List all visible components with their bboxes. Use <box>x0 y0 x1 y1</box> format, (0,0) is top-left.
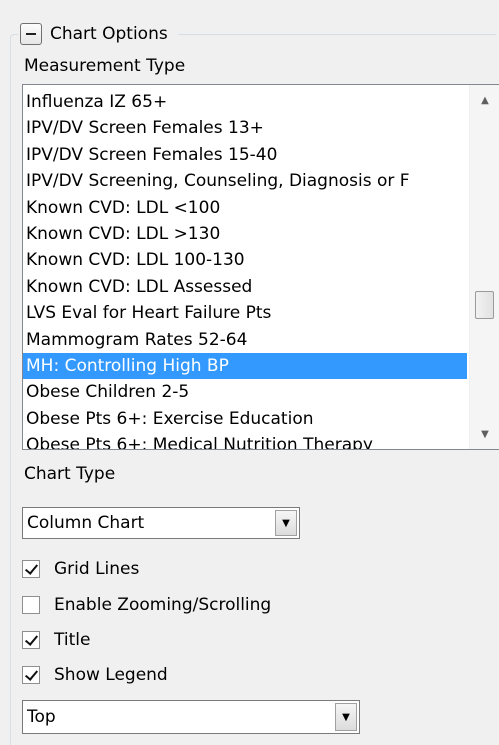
list-item[interactable]: Obese Pts 6+: Exercise Education <box>23 406 467 432</box>
list-item[interactable]: IPV/DV Screen Females 13+ <box>23 115 467 141</box>
list-item[interactable]: Obese Children 2-5 <box>23 379 467 405</box>
show-legend-label: Show Legend <box>54 665 168 685</box>
scroll-thumb[interactable] <box>475 291 494 319</box>
measurement-type-label: Measurement Type <box>24 56 186 76</box>
chart-type-label: Chart Type <box>24 464 116 484</box>
zooming-label: Enable Zooming/Scrolling <box>54 595 272 615</box>
grid-lines-option[interactable]: Grid Lines <box>22 557 139 581</box>
list-item[interactable]: Obese Pts 6+: Medical Nutrition Therapy <box>23 432 467 449</box>
legend-position-value: Top <box>27 707 56 727</box>
measurement-type-listbox[interactable]: Influenza IZ 65+ IPV/DV Screen Females 1… <box>22 84 499 450</box>
list-item[interactable]: Mammogram Rates 52-64 <box>23 327 467 353</box>
zooming-option[interactable]: Enable Zooming/Scrolling <box>22 593 271 617</box>
collapse-icon[interactable] <box>20 23 42 45</box>
chart-type-select[interactable]: Column Chart ▼ <box>22 507 300 539</box>
chart-options-panel: Chart Options Measurement Type Influenza… <box>0 0 499 745</box>
scroll-up-icon[interactable]: ▲ <box>470 85 499 115</box>
list-item[interactable]: Known CVD: LDL Assessed <box>23 274 467 300</box>
title-option[interactable]: Title <box>22 628 90 652</box>
show-legend-option[interactable]: Show Legend <box>22 663 168 687</box>
show-legend-checkbox[interactable] <box>22 666 40 684</box>
title-checkbox[interactable] <box>22 631 40 649</box>
title-label: Title <box>54 630 91 650</box>
legend-position-select[interactable]: Top ▼ <box>22 700 360 734</box>
list-item[interactable]: Influenza IZ 65+ <box>23 89 467 115</box>
list-item-selected[interactable]: MH: Controlling High BP <box>23 352 467 380</box>
measurement-type-items: Influenza IZ 65+ IPV/DV Screen Females 1… <box>23 89 467 449</box>
grid-lines-checkbox[interactable] <box>22 560 40 578</box>
chart-options-group-header: Chart Options <box>18 18 178 50</box>
list-item[interactable]: Known CVD: LDL >130 <box>23 221 467 247</box>
list-item[interactable]: LVS Eval for Heart Failure Pts <box>23 300 467 326</box>
chevron-down-icon[interactable]: ▼ <box>275 510 297 536</box>
chevron-down-icon[interactable]: ▼ <box>335 703 357 731</box>
list-item[interactable]: IPV/DV Screening, Counseling, Diagnosis … <box>23 168 467 194</box>
group-title: Chart Options <box>50 24 168 44</box>
grid-lines-label: Grid Lines <box>54 559 140 579</box>
chart-type-value: Column Chart <box>27 513 145 533</box>
zooming-checkbox[interactable] <box>22 596 40 614</box>
list-item[interactable]: Known CVD: LDL 100-130 <box>23 247 467 273</box>
scroll-down-icon[interactable]: ▼ <box>470 419 499 449</box>
list-item[interactable]: Known CVD: LDL <100 <box>23 195 467 221</box>
list-item[interactable]: IPV/DV Screen Females 15-40 <box>23 142 467 168</box>
listbox-scrollbar[interactable]: ▲ ▼ <box>469 85 499 449</box>
